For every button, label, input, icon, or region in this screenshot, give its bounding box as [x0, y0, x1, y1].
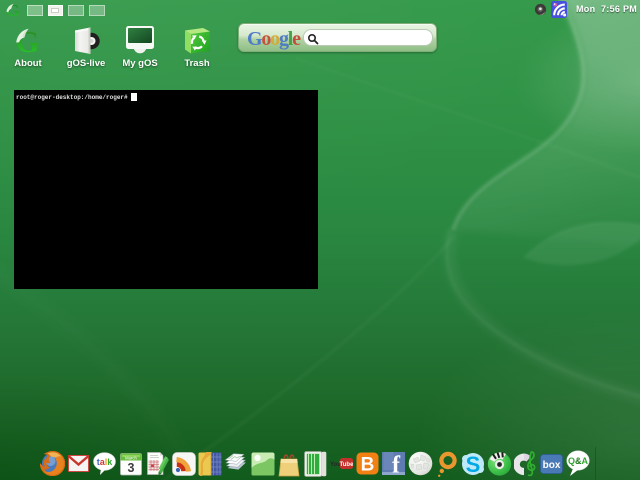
svg-text:S: S	[466, 452, 481, 477]
svg-text:March: March	[125, 456, 137, 461]
svg-text:box: box	[543, 460, 561, 471]
svg-text:Q&A: Q&A	[568, 456, 589, 466]
svg-text:Tube: Tube	[340, 462, 353, 468]
svg-text:3: 3	[128, 461, 135, 475]
svg-text:talk: talk	[97, 457, 114, 467]
svg-text:f: f	[392, 453, 401, 476]
svg-text:B: B	[361, 455, 375, 476]
